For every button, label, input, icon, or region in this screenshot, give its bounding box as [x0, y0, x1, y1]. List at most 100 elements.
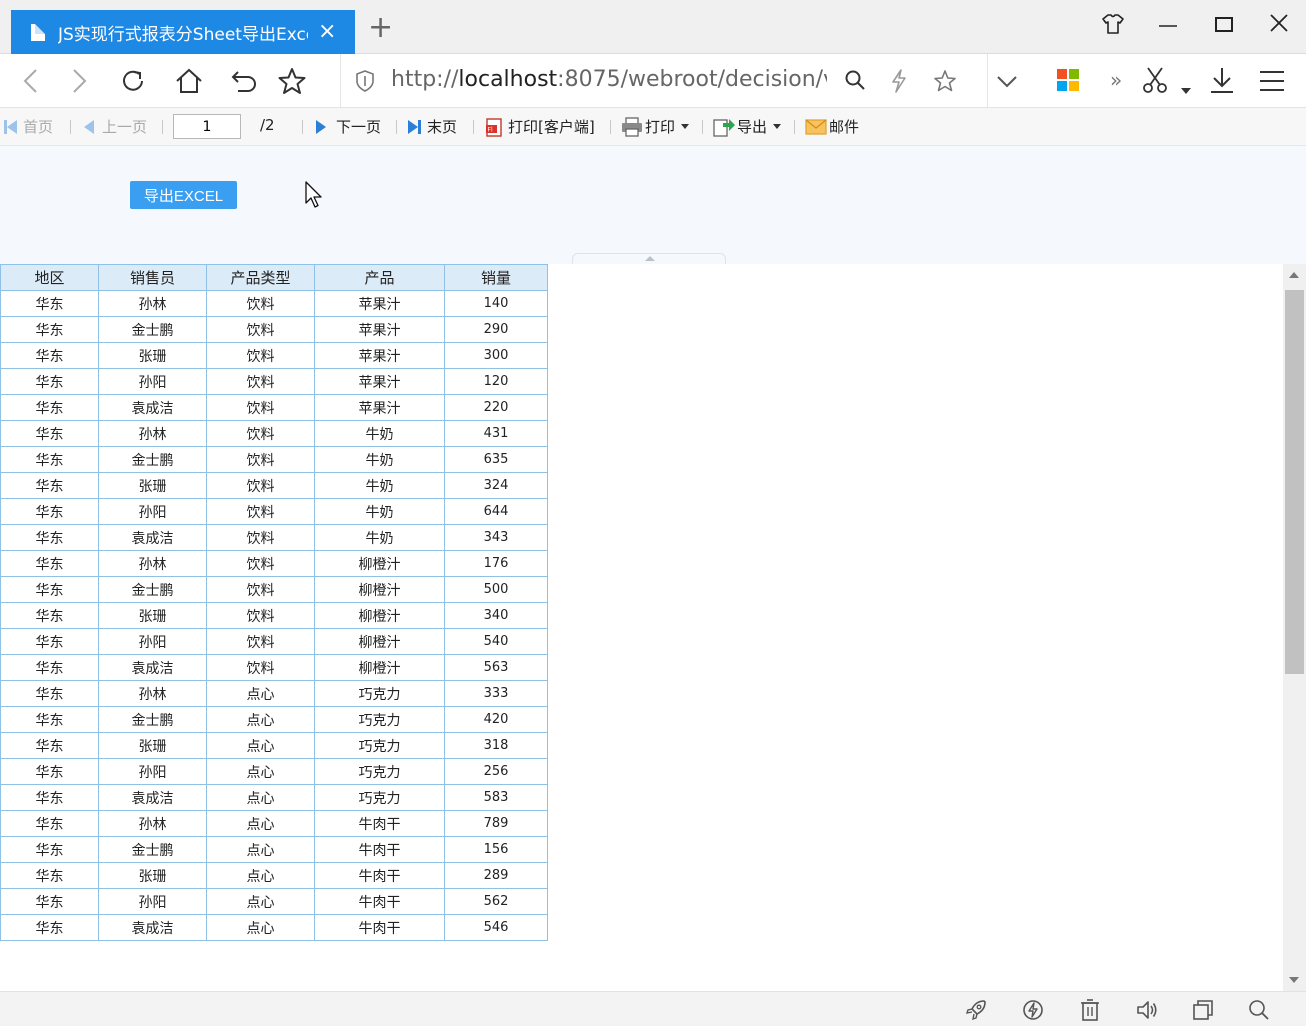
cell-product: 牛奶 [314, 498, 445, 525]
cell-region: 华东 [0, 342, 99, 369]
chevron-down-icon[interactable] [996, 74, 1018, 93]
download-icon[interactable] [1209, 66, 1235, 98]
browser-tab[interactable]: JS实现行式报表分Sheet导出Excel × [11, 10, 355, 54]
new-tab-button[interactable]: + [368, 13, 393, 43]
home-icon[interactable] [172, 64, 206, 98]
print-button[interactable]: 打印 [621, 116, 690, 137]
cell-product-type: 点心 [206, 784, 315, 811]
prev-page-label: 上一页 [102, 118, 148, 136]
cell-salesperson: 张珊 [98, 472, 207, 499]
export-menu-button[interactable]: 导出 [713, 116, 782, 137]
speed-boost-icon[interactable] [1021, 998, 1045, 1022]
cell-product-type: 饮料 [206, 550, 315, 577]
table-row: 华东 张珊 饮料 苹果汁 300 [0, 342, 548, 369]
cell-salesperson: 袁成洁 [98, 524, 207, 551]
cell-region: 华东 [0, 836, 99, 863]
toolbar-separator [396, 120, 397, 134]
vertical-scrollbar[interactable] [1283, 264, 1306, 991]
table-row: 华东 孙阳 点心 巧克力 256 [0, 758, 548, 785]
maximize-button[interactable] [1214, 14, 1234, 40]
cell-product: 牛肉干 [314, 888, 445, 915]
last-page-button[interactable]: 末页 [408, 116, 457, 137]
more-extensions-icon[interactable]: » [1110, 68, 1122, 92]
toolbar-separator [70, 120, 71, 134]
close-window-button[interactable] [1269, 13, 1289, 39]
url-text[interactable]: http://localhost:8075/webroot/decision/v… [391, 67, 827, 92]
scrollbar-thumb[interactable] [1285, 290, 1304, 674]
first-page-label: 首页 [23, 118, 54, 136]
svg-text:Fl: Fl [488, 126, 493, 133]
scroll-down-arrow-icon[interactable] [1289, 977, 1299, 983]
title-bar: JS实现行式报表分Sheet导出Excel × + [0, 0, 1306, 54]
cell-product-type: 饮料 [206, 654, 315, 681]
cell-product: 柳橙汁 [314, 602, 445, 629]
prev-page-icon [84, 119, 94, 134]
cell-salesperson: 孙阳 [98, 498, 207, 525]
cell-product-type: 饮料 [206, 524, 315, 551]
cell-sales: 431 [444, 420, 548, 447]
window-restore-icon[interactable] [1191, 998, 1215, 1022]
bookmark-star-icon[interactable] [933, 69, 957, 97]
menu-icon[interactable] [1259, 70, 1285, 96]
table-row: 华东 张珊 点心 牛肉干 289 [0, 862, 548, 889]
table-row: 华东 孙阳 饮料 牛奶 644 [0, 498, 548, 525]
table-row: 华东 袁成洁 饮料 苹果汁 220 [0, 394, 548, 421]
cell-product: 苹果汁 [314, 316, 445, 343]
cell-sales: 420 [444, 706, 548, 733]
cell-sales: 176 [444, 550, 548, 577]
trash-icon[interactable] [1078, 998, 1102, 1022]
export-excel-button[interactable]: 导出EXCEL [130, 181, 237, 209]
cell-product: 巧克力 [314, 706, 445, 733]
cell-product-type: 饮料 [206, 446, 315, 473]
header-sales: 销量 [444, 264, 548, 291]
cell-sales: 563 [444, 654, 548, 681]
report-content-area: 导出EXCEL 地区 销售员 产品类型 产品 销量 华东 孙林 饮料 苹果汁 140 华东… [0, 146, 1306, 991]
table-row: 华东 袁成洁 点心 牛肉干 546 [0, 914, 548, 941]
table-row: 华东 袁成洁 饮料 牛奶 343 [0, 524, 548, 551]
forward-icon[interactable] [64, 64, 94, 98]
first-page-button[interactable]: 首页 [4, 116, 53, 137]
page-number-input[interactable] [173, 114, 241, 139]
favorite-star-icon[interactable] [275, 64, 309, 98]
prev-page-button[interactable]: 上一页 [84, 116, 147, 137]
cell-sales: 546 [444, 914, 548, 941]
cell-product: 柳橙汁 [314, 550, 445, 577]
cell-sales: 256 [444, 758, 548, 785]
undo-icon[interactable] [225, 64, 259, 98]
table-row: 华东 张珊 点心 巧克力 318 [0, 732, 548, 759]
cell-product: 牛肉干 [314, 836, 445, 863]
scroll-up-arrow-icon[interactable] [1289, 272, 1299, 278]
search-icon[interactable] [844, 69, 866, 95]
skin-icon[interactable] [1101, 13, 1125, 41]
minimize-button[interactable] [1158, 14, 1178, 40]
volume-icon[interactable] [1135, 998, 1159, 1022]
table-row: 华东 孙林 饮料 柳橙汁 176 [0, 550, 548, 577]
mail-button[interactable]: 邮件 [805, 116, 859, 137]
mail-label: 邮件 [829, 118, 860, 136]
cell-salesperson: 袁成洁 [98, 784, 207, 811]
table-row: 华东 孙林 点心 巧克力 333 [0, 680, 548, 707]
table-row: 华东 袁成洁 点心 巧克力 583 [0, 784, 548, 811]
next-page-button[interactable]: 下一页 [316, 116, 381, 137]
zoom-search-icon[interactable] [1247, 998, 1271, 1022]
url-host: localhost [458, 67, 558, 92]
cell-region: 华东 [0, 758, 99, 785]
lightning-icon[interactable] [891, 69, 907, 97]
cell-sales: 562 [444, 888, 548, 915]
table-row: 华东 袁成洁 饮料 柳橙汁 563 [0, 654, 548, 681]
print-client-button[interactable]: Fl 打印[客户端] [485, 116, 595, 137]
address-bar[interactable]: http://localhost:8075/webroot/decision/v… [340, 54, 988, 108]
tab-close-button[interactable]: × [318, 21, 336, 43]
table-row: 华东 金士鹏 饮料 牛奶 635 [0, 446, 548, 473]
back-icon[interactable] [16, 64, 46, 98]
cell-salesperson: 张珊 [98, 342, 207, 369]
next-page-label: 下一页 [336, 118, 382, 136]
cell-product-type: 饮料 [206, 472, 315, 499]
cell-region: 华东 [0, 706, 99, 733]
cell-sales: 340 [444, 602, 548, 629]
refresh-icon[interactable] [116, 64, 150, 98]
apps-icon[interactable] [1056, 68, 1080, 96]
scissors-menu-caret-icon[interactable] [1181, 79, 1191, 98]
rocket-icon[interactable] [964, 998, 988, 1022]
scissors-icon[interactable] [1142, 66, 1168, 98]
